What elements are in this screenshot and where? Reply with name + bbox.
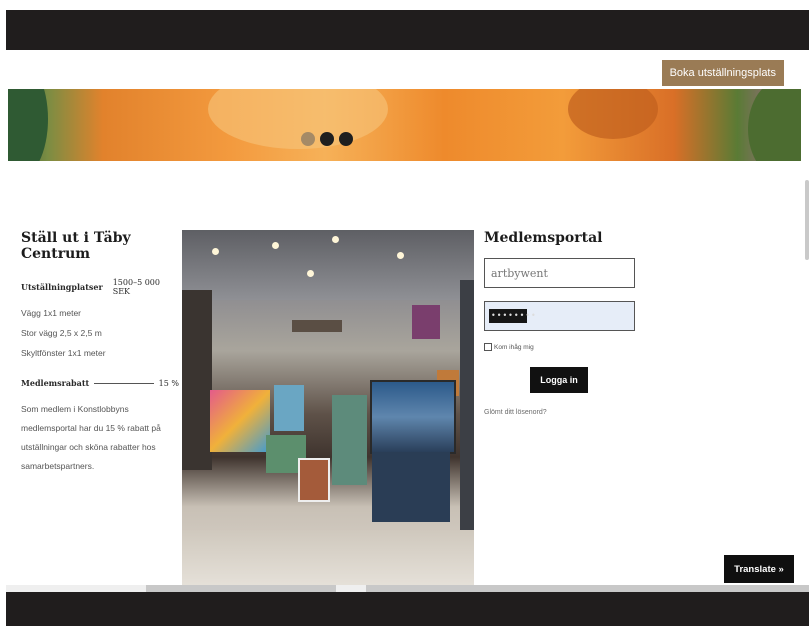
hero-carousel[interactable]: [8, 89, 801, 161]
hero-leaf-right: [748, 89, 801, 161]
exhibit-title: Ställ ut i Täby Centrum: [21, 230, 131, 262]
remember-label: Kom ihåg mig: [494, 343, 534, 351]
password-mask: ••••••••: [489, 309, 536, 323]
spaces-price: 1500–5 000 SEK: [112, 278, 160, 296]
login-button[interactable]: Logga in: [530, 367, 588, 393]
gallery-photo: [182, 230, 474, 585]
ceiling-light: [212, 248, 219, 255]
artwork: [210, 390, 270, 452]
page-scrollbar[interactable]: [805, 180, 809, 260]
artwork-row: [292, 320, 342, 332]
artwork: [332, 395, 367, 485]
bottom-dark-bar: [6, 592, 809, 626]
ceiling-light: [307, 270, 314, 277]
discount-heading-row: Medlemsrabatt 15 %: [21, 378, 179, 388]
discount-value: 15 %: [158, 378, 179, 388]
photo-left-wall: [182, 290, 212, 470]
space-item: Vägg 1x1 meter: [21, 308, 82, 318]
scrollbar-segment: [6, 585, 146, 592]
discount-label: Medlemsrabatt: [21, 378, 90, 388]
book-exhibition-button[interactable]: Boka utställningsplats: [661, 60, 784, 86]
artwork: [372, 452, 450, 522]
spaces-heading-row: Utställningplatser 1500–5 000 SEK: [21, 278, 179, 296]
carousel-dot-3[interactable]: [339, 132, 353, 146]
login-title: Medlemsportal: [484, 230, 603, 246]
scrollbar-segment: [336, 585, 366, 592]
username-input[interactable]: [484, 258, 635, 288]
hero-fish-head: [568, 89, 658, 139]
carousel-dot-2[interactable]: [320, 132, 334, 146]
artwork: [274, 385, 304, 431]
carousel-dots: [301, 132, 353, 146]
exhibit-info: Ställ ut i Täby Centrum Utställningplats…: [21, 230, 179, 476]
ceiling-light: [272, 242, 279, 249]
ceiling-light: [332, 236, 339, 243]
spaces-label: Utställningplatser: [21, 282, 103, 292]
top-dark-bar: [6, 10, 809, 50]
member-login: Medlemsportal •••••••• Kom ihåg mig Logg…: [484, 230, 654, 416]
artwork: [370, 380, 456, 454]
forgot-password-link[interactable]: Glömt ditt lösenord?: [484, 409, 654, 416]
divider-line: [94, 382, 154, 384]
translate-button[interactable]: Translate »: [724, 555, 794, 583]
remember-me[interactable]: Kom ihåg mig: [484, 343, 654, 351]
artwork: [412, 305, 440, 339]
ceiling-light: [397, 252, 404, 259]
photo-ceiling: [182, 230, 474, 300]
artwork: [298, 458, 330, 502]
photo-right-pillar: [460, 280, 474, 540]
space-item: Skyltfönster 1x1 meter: [21, 348, 106, 358]
photo-floor: [182, 530, 474, 585]
space-item: Stor vägg 2,5 x 2,5 m: [21, 328, 102, 338]
hero-highlight: [208, 89, 388, 149]
discount-text: Som medlem i Konstlobbyns medlemsportal …: [21, 404, 161, 471]
page: Boka utställningsplats Ställ ut i Täby C…: [6, 50, 809, 592]
remember-checkbox[interactable]: [484, 343, 492, 351]
password-input[interactable]: ••••••••: [484, 301, 635, 331]
horizontal-scrollbar[interactable]: [6, 585, 809, 592]
carousel-dot-1[interactable]: [301, 132, 315, 146]
hero-leaf-left: [8, 89, 48, 161]
